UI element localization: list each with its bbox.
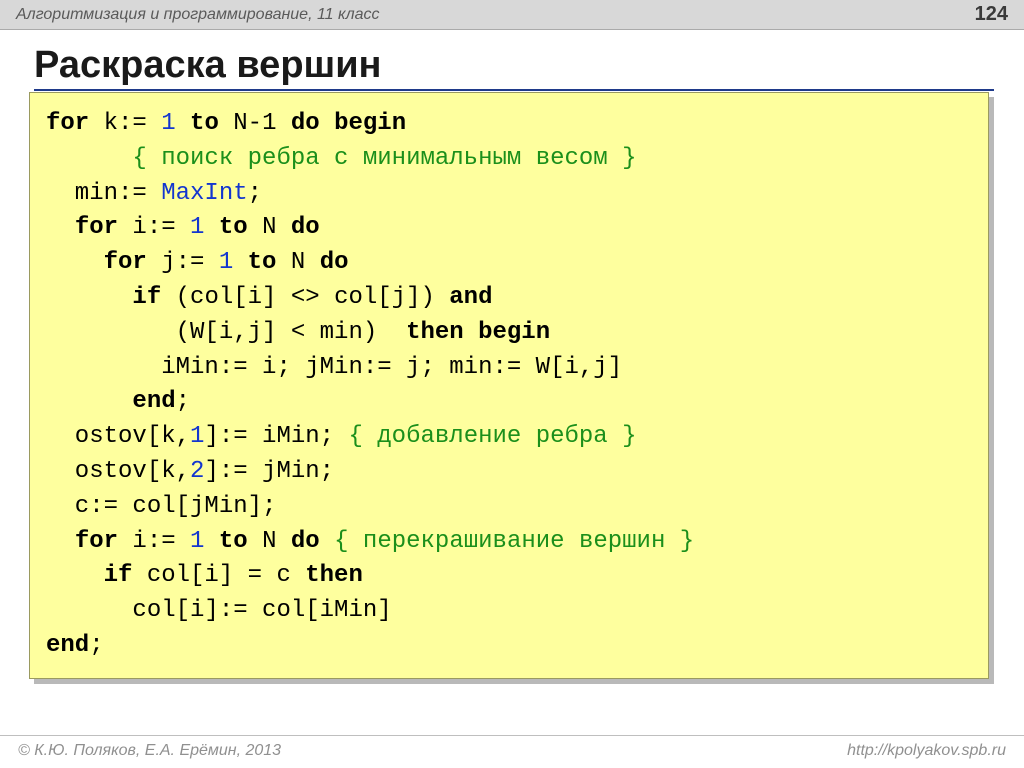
footer-copyright: © К.Ю. Поляков, Е.А. Ерёмин, 2013 bbox=[18, 742, 281, 760]
course-title: Алгоритмизация и программирование, 11 кл… bbox=[16, 6, 380, 24]
code-block: for k:= 1 to N-1 do begin { поиск ребра … bbox=[29, 92, 989, 679]
comment-add-edge: { добавление ребра } bbox=[348, 423, 636, 450]
comment-recolor: { перекрашивание вершин } bbox=[334, 528, 694, 555]
footer-url: http://kpolyakov.spb.ru bbox=[847, 742, 1006, 760]
code-container: for k:= 1 to N-1 do begin { поиск ребра … bbox=[34, 97, 994, 684]
header-bar: Алгоритмизация и программирование, 11 кл… bbox=[0, 0, 1024, 30]
footer: © К.Ю. Поляков, Е.А. Ерёмин, 2013 http:/… bbox=[0, 735, 1024, 768]
comment-search: { поиск ребра с минимальным весом } bbox=[132, 145, 636, 172]
page-number: 124 bbox=[975, 3, 1008, 26]
kw-for: for bbox=[46, 110, 89, 137]
slide-title: Раскраска вершин bbox=[34, 44, 994, 91]
